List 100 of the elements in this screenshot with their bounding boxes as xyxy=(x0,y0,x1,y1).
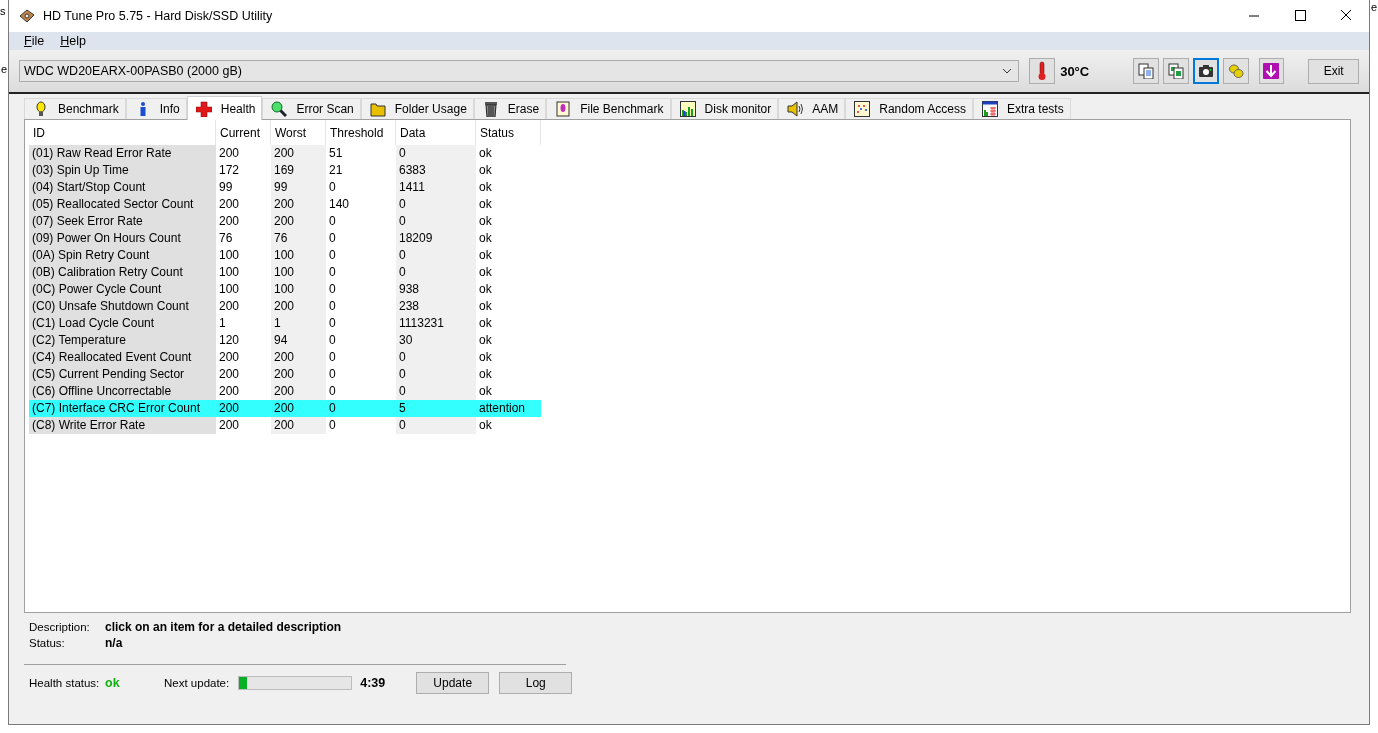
action-button[interactable]: Log xyxy=(499,672,573,694)
tab[interactable]: Extra tests xyxy=(972,98,1071,119)
tab[interactable]: Random Access xyxy=(845,98,973,119)
health-status-label: Health status: xyxy=(29,677,101,689)
table-cell: 938 xyxy=(396,281,476,298)
table-cell-text: 140 xyxy=(328,196,351,213)
download-arrow-icon xyxy=(1263,63,1280,79)
table-cell-text: 0 xyxy=(328,247,337,264)
column-header[interactable]: Status xyxy=(476,120,541,145)
table-cell: 0 xyxy=(326,400,396,417)
table-cell-text: 200 xyxy=(218,196,241,213)
table-cell-text: 200 xyxy=(218,417,241,434)
table-cell-text: ok xyxy=(478,196,493,213)
toolbar-button[interactable] xyxy=(1193,58,1219,84)
menu-item[interactable]: Help xyxy=(52,34,94,48)
table-cell: 94 xyxy=(271,332,326,349)
table-cell: 0 xyxy=(396,349,476,366)
toolbar-button[interactable] xyxy=(1258,58,1285,84)
drive-dropdown[interactable]: WDC WD20EARX-00PASB0 (2000 gB) xyxy=(19,60,1020,82)
table-cell-text: ok xyxy=(478,213,493,230)
table-cell: 99 xyxy=(271,179,326,196)
tab[interactable]: Folder Usage xyxy=(360,98,474,119)
table-cell: 18209 xyxy=(396,230,476,247)
table-cell: 200 xyxy=(216,400,271,417)
table-cell: 0 xyxy=(396,145,476,162)
document-icon xyxy=(555,101,572,117)
table-cell: 5 xyxy=(396,400,476,417)
tab[interactable]: File Benchmark xyxy=(546,98,671,119)
toolbar-button[interactable] xyxy=(1163,58,1189,84)
table-cell: (C0) Unsafe Shutdown Count xyxy=(29,298,216,315)
table-cell-text: 100 xyxy=(218,264,241,281)
scatter-plot-icon xyxy=(854,101,871,117)
description-text: click on an item for a detailed description xyxy=(105,620,342,634)
next-update-label: Next update: xyxy=(164,677,230,689)
table-cell-text: 99 xyxy=(218,179,234,196)
table-cell: 169 xyxy=(271,162,326,179)
cross-icon xyxy=(195,100,212,117)
table-cell-text: 0 xyxy=(328,179,337,196)
tab[interactable]: Health xyxy=(186,96,263,120)
bulb-icon xyxy=(33,101,49,117)
trash-can-icon xyxy=(482,101,499,117)
table-cell-text: ok xyxy=(478,264,493,281)
tab[interactable]: Benchmark xyxy=(24,98,126,119)
table-cell-text: 0 xyxy=(328,315,337,332)
table-cell: (C8) Write Error Rate xyxy=(29,417,216,434)
temperature-reading: 30°C xyxy=(1060,63,1091,79)
background-window-text: e xyxy=(1,63,8,75)
table-cell-text: ok xyxy=(478,230,493,247)
table-cell-text: 76 xyxy=(218,230,234,247)
table-cell: (C7) Interface CRC Error Count xyxy=(29,400,216,417)
table-cell-text: 0 xyxy=(328,417,337,434)
status-text: n/a xyxy=(105,636,123,650)
table-cell: 1 xyxy=(271,315,326,332)
table-cell: 76 xyxy=(271,230,326,247)
action-button[interactable]: Update xyxy=(416,672,490,694)
table-cell: 100 xyxy=(271,281,326,298)
table-cell: 0 xyxy=(396,366,476,383)
tab[interactable]: Info xyxy=(125,98,187,119)
table-cell-text: ok xyxy=(478,281,493,298)
table-cell-text: ok xyxy=(478,315,493,332)
table-cell-text: 0 xyxy=(328,281,337,298)
coins-icon xyxy=(1227,63,1244,79)
table-cell-text: 200 xyxy=(218,213,241,230)
table-cell: 0 xyxy=(396,247,476,264)
table-cell-text: 0 xyxy=(328,213,337,230)
folder-icon xyxy=(369,101,386,117)
copy-icon xyxy=(1138,63,1155,79)
chevron-down-icon xyxy=(1002,68,1013,74)
table-cell-text: 51 xyxy=(328,145,344,162)
tab[interactable]: Erase xyxy=(473,98,547,119)
column-header[interactable]: Threshold xyxy=(326,120,396,145)
table-cell: (03) Spin Up Time xyxy=(29,162,216,179)
table-cell-text: 0 xyxy=(328,349,337,366)
table-cell-text: 0 xyxy=(328,230,337,247)
table-cell-text: 0 xyxy=(328,298,337,315)
table-cell: 200 xyxy=(271,213,326,230)
table-cell: 0 xyxy=(396,417,476,434)
status-label: Status: xyxy=(29,637,66,649)
table-cell: (C1) Load Cycle Count xyxy=(29,315,216,332)
table-cell: 200 xyxy=(271,383,326,400)
table-cell-text: ok xyxy=(478,383,493,400)
table-cell: 200 xyxy=(271,417,326,434)
tab[interactable]: Error Scan xyxy=(262,98,361,119)
window-title: HD Tune Pro 5.75 - Hard Disk/SSD Utility xyxy=(43,9,274,23)
table-cell-text: ok xyxy=(478,179,493,196)
temperature-button[interactable] xyxy=(1029,58,1056,84)
table-cell-text: 200 xyxy=(218,298,241,315)
exit-button[interactable]: Exit xyxy=(1308,58,1359,84)
camera-icon xyxy=(1197,63,1214,79)
table-cell: (0A) Spin Retry Count xyxy=(29,247,216,264)
speaker-icon xyxy=(787,101,804,117)
table-cell: (C6) Offline Uncorrectable xyxy=(29,383,216,400)
tab[interactable]: Disk monitor xyxy=(670,98,779,119)
table-cell-text: 100 xyxy=(218,281,241,298)
table-cell: 30 xyxy=(396,332,476,349)
menu-item[interactable]: File xyxy=(16,34,53,48)
tab[interactable]: AAM xyxy=(778,98,846,119)
table-cell: 238 xyxy=(396,298,476,315)
table-cell: 1113231 xyxy=(396,315,476,332)
column-header[interactable]: Current xyxy=(216,120,271,145)
